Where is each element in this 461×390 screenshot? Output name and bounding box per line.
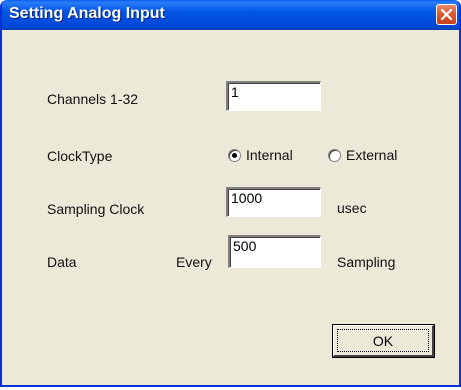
internal-radio-label[interactable]: Internal	[246, 147, 293, 163]
close-icon	[440, 8, 453, 21]
data-label: Data	[47, 254, 77, 270]
clock-type-label: ClockType	[47, 148, 113, 164]
dialog-window: Setting Analog Input Channels 1-32 1 Clo…	[0, 0, 461, 387]
external-radio[interactable]	[328, 149, 341, 162]
ok-button[interactable]: OK	[332, 324, 435, 358]
ok-button-label: OK	[337, 329, 429, 352]
sampling-clock-input[interactable]: 1000	[226, 187, 321, 217]
external-radio-label[interactable]: External	[346, 147, 397, 163]
title-bar[interactable]: Setting Analog Input	[2, 0, 459, 30]
data-sampling-label: Sampling	[337, 254, 396, 270]
data-every-input[interactable]: 500	[228, 235, 321, 268]
sampling-clock-unit: usec	[337, 200, 367, 216]
radio-selected-dot	[232, 153, 237, 158]
close-button[interactable]	[436, 4, 457, 25]
channels-label: Channels 1-32	[47, 91, 139, 107]
channels-input[interactable]: 1	[226, 81, 321, 111]
window-title: Setting Analog Input	[9, 5, 165, 22]
dialog-body: Channels 1-32 1 ClockType Internal Exter…	[2, 30, 459, 385]
sampling-clock-label: Sampling Clock	[47, 201, 145, 217]
internal-radio[interactable]	[228, 149, 241, 162]
data-every-label: Every	[176, 254, 212, 270]
